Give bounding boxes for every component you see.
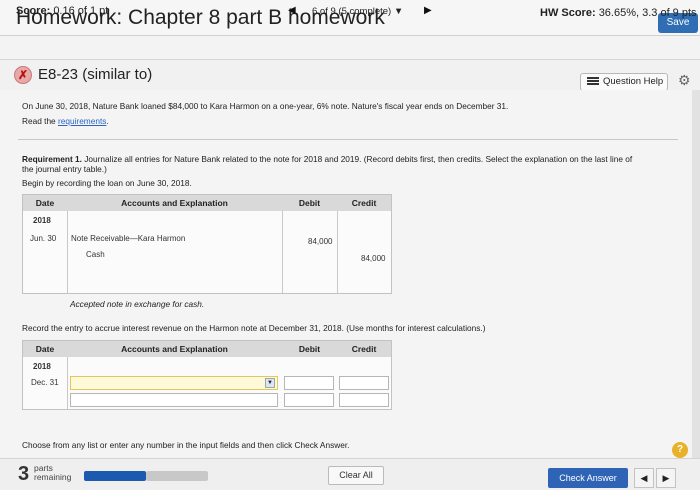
question-title: E8-23 (similar to)	[38, 66, 153, 83]
question-progress-dropdown[interactable]: 6 of 9 (5 complete) ▼	[312, 6, 403, 17]
requirement-body: Journalize all entries for Nature Bank r…	[81, 154, 633, 164]
requirement-label: Requirement 1.	[22, 154, 82, 164]
table2-date: Dec. 31	[31, 378, 59, 387]
prev-part-icon[interactable]: ◀	[634, 468, 654, 488]
credit-input-2[interactable]	[339, 393, 389, 407]
table1-explanation: Accepted note in exchange for cash.	[70, 299, 205, 309]
parts-label-2: remaining	[34, 472, 72, 482]
requirement-text: Requirement 1. Journalize all entries fo…	[22, 154, 682, 174]
table-divider	[337, 211, 338, 293]
scrollbar[interactable]	[692, 90, 700, 458]
score-text: Score: 0.16 of 1 pt	[16, 5, 108, 17]
header-accounts: Accounts and Explanation	[67, 341, 282, 357]
read-prefix: Read the	[22, 116, 58, 126]
header-date: Date	[23, 341, 67, 357]
chevron-down-icon[interactable]: ▼	[265, 378, 275, 388]
accrual-instruction: Record the entry to accrue interest reve…	[22, 323, 486, 333]
next-question-icon[interactable]: ▶	[424, 5, 432, 16]
table-divider	[67, 357, 68, 409]
score-label: Score:	[16, 5, 51, 17]
table1-credit-2: 84,000	[361, 254, 386, 263]
credit-input-1[interactable]	[339, 376, 389, 390]
parts-remaining-label: parts remaining	[34, 464, 71, 482]
header-accounts: Accounts and Explanation	[67, 195, 282, 211]
parts-progress-fill	[84, 471, 146, 481]
read-suffix: .	[106, 116, 109, 126]
clear-all-button[interactable]: Clear All	[328, 466, 384, 485]
question-progress: 6 of 9 (5 complete)	[312, 6, 392, 17]
header-date: Date	[23, 195, 67, 211]
incorrect-status-icon: ✗	[14, 66, 32, 84]
prev-question-icon[interactable]: ◀	[288, 5, 296, 16]
divider	[18, 139, 678, 140]
footer-hint: Choose from any list or enter any number…	[22, 440, 350, 450]
score-value: 0.16 of 1 pt	[53, 5, 109, 17]
header-credit: Credit	[337, 195, 391, 211]
question-intro: On June 30, 2018, Nature Bank loaned $84…	[22, 101, 509, 111]
debit-input-1[interactable]	[284, 376, 334, 390]
table1-account-1: Note Receivable—Kara Harmon	[71, 234, 186, 243]
table2-year: 2018	[33, 362, 51, 371]
hw-score-label: HW Score:	[540, 7, 596, 19]
question-help-label: Question Help	[603, 76, 664, 87]
parts-progress-track	[146, 471, 208, 481]
header-debit: Debit	[282, 195, 337, 211]
gear-icon[interactable]: ⚙	[678, 72, 691, 89]
check-answer-button[interactable]: Check Answer	[548, 468, 628, 488]
table-divider	[282, 211, 283, 293]
account-select-1[interactable]	[70, 376, 278, 390]
read-requirements: Read the requirements.	[22, 116, 109, 126]
begin-instruction: Begin by recording the loan on June 30, …	[22, 178, 192, 188]
requirement-body-2: the journal entry table.)	[22, 164, 107, 174]
header-debit: Debit	[282, 341, 337, 357]
table1-year: 2018	[33, 216, 51, 225]
score-bar	[0, 36, 700, 60]
help-icon[interactable]: ?	[672, 442, 688, 458]
table1-debit-1: 84,000	[308, 237, 333, 246]
header-credit: Credit	[337, 341, 391, 357]
list-icon	[587, 77, 599, 86]
chevron-down-icon: ▼	[393, 6, 404, 17]
table1-date: Jun. 30	[30, 234, 57, 243]
table-divider	[67, 211, 68, 293]
account-select-2[interactable]	[70, 393, 278, 407]
table1-account-2: Cash	[86, 250, 105, 259]
parts-remaining-count: 3	[18, 463, 30, 485]
requirements-link[interactable]: requirements	[58, 116, 106, 126]
hw-score: HW Score: 36.65%, 3.3 of 9 pts	[540, 7, 697, 19]
hw-score-value: 36.65%, 3.3 of 9 pts	[598, 7, 697, 19]
next-part-icon[interactable]: ▶	[656, 468, 676, 488]
debit-input-2[interactable]	[284, 393, 334, 407]
question-help-button[interactable]: Question Help	[580, 73, 668, 91]
